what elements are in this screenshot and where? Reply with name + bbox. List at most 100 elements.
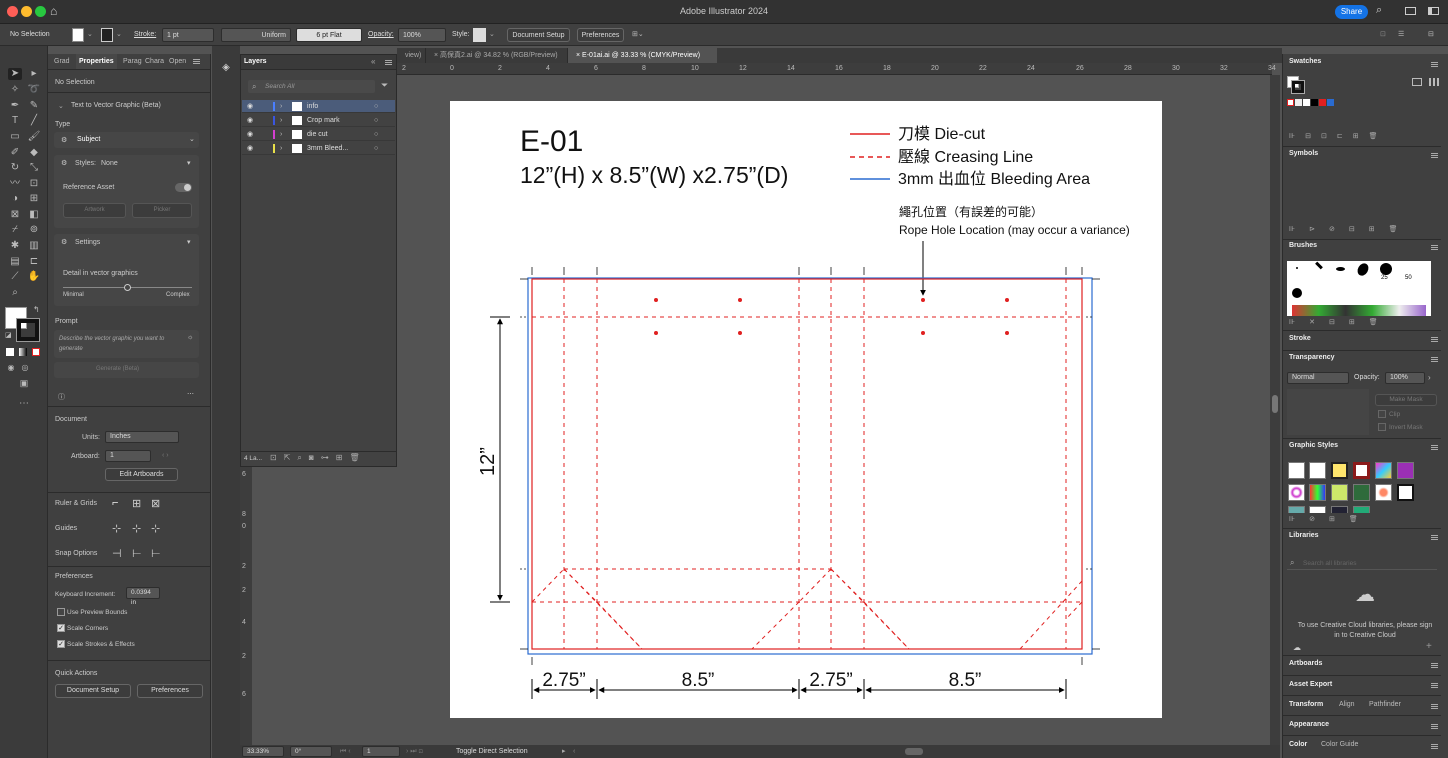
align-icon[interactable]: ⊟ — [1428, 28, 1434, 42]
graphic-style-swatch[interactable] — [1331, 506, 1348, 513]
libraries-title[interactable]: Libraries — [1289, 532, 1319, 539]
suggestion-icon[interactable]: ☼ — [187, 334, 193, 341]
chevron-down-icon[interactable]: ⌄ — [58, 102, 64, 110]
target-icon[interactable]: ○ — [374, 128, 378, 141]
bar-chart-icon[interactable]: ▤ — [8, 256, 22, 268]
graphic-style-swatch[interactable] — [1375, 462, 1392, 479]
panel-menu-icon[interactable] — [1431, 445, 1438, 450]
artboards-title[interactable]: Artboards — [1289, 660, 1322, 667]
chevron-right-icon[interactable]: › — [280, 128, 282, 141]
more-options-icon[interactable]: ⋯ — [187, 390, 194, 398]
chevron-down-icon[interactable]: ⌄ — [116, 28, 122, 42]
ruler-icon[interactable]: ⌐ — [112, 497, 118, 509]
gradient-mode-icon[interactable] — [19, 348, 27, 356]
draw-mode-icon[interactable]: ◉ — [4, 362, 18, 374]
layer-name[interactable]: Crop mark — [307, 114, 340, 127]
graphic-style-swatch[interactable] — [1309, 484, 1326, 501]
layer-row-die-cut[interactable]: ◉ › die cut ○ — [242, 128, 395, 141]
align-options-icon[interactable]: ⊞⌄ — [632, 28, 644, 42]
screen-mode-icon[interactable]: ▣ — [17, 377, 31, 389]
rotate-icon[interactable]: ↻ — [8, 162, 22, 174]
swatch-white[interactable] — [1303, 99, 1310, 106]
brush-library-icon[interactable]: ⊪ — [1289, 319, 1309, 326]
keyboard-increment-field[interactable]: 0.0394 in — [126, 587, 160, 606]
preferences-button[interactable]: Preferences — [137, 684, 203, 698]
place-symbol-icon[interactable]: ⊳ — [1309, 226, 1329, 233]
tab-character[interactable]: Chara — [145, 54, 164, 69]
art-brush-strip[interactable] — [1292, 305, 1426, 316]
scrollbar-thumb[interactable] — [1272, 395, 1278, 413]
stroke-color-icon[interactable] — [16, 318, 40, 342]
gradient-icon[interactable]: ◧ — [27, 209, 41, 221]
swatch-registration[interactable] — [1295, 99, 1302, 106]
detail-slider-thumb[interactable] — [124, 284, 131, 291]
reference-asset-toggle[interactable] — [175, 183, 192, 192]
blend-mode-select[interactable]: Normal — [1287, 372, 1349, 384]
new-swatch-icon[interactable]: ⊞ — [1353, 133, 1369, 140]
layer-row-bleed[interactable]: ◉ › 3mm Bleed... ○ — [242, 142, 395, 155]
chevron-right-icon[interactable]: › — [280, 100, 282, 113]
graphic-style-swatch[interactable] — [1397, 462, 1414, 479]
graphic-style-swatch[interactable] — [1353, 484, 1370, 501]
graphic-style-swatch[interactable] — [1288, 462, 1305, 479]
symbol-sprayer-icon[interactable]: ✱ — [8, 240, 22, 252]
artwork-button[interactable]: Artwork — [63, 203, 126, 218]
invert-mask-checkbox[interactable] — [1378, 423, 1386, 431]
preferences-button[interactable]: Preferences — [577, 28, 624, 42]
chevron-down-icon[interactable]: ⌄ — [87, 28, 93, 42]
new-sublayer-icon[interactable]: ⊶ — [321, 453, 336, 462]
selection-tool-icon[interactable]: ➤ — [8, 68, 22, 80]
grid-view-icon[interactable] — [1429, 78, 1439, 86]
brush-tip[interactable] — [1380, 263, 1392, 275]
zoom-tool-icon[interactable]: ⌕ — [8, 287, 22, 299]
target-icon[interactable]: ○ — [374, 142, 378, 155]
eye-icon[interactable]: ◉ — [247, 100, 253, 113]
hand-tool-icon[interactable]: ✋ — [27, 271, 41, 283]
swatch-black[interactable] — [1311, 99, 1318, 106]
swatch-library-icon[interactable]: ⊪ — [1289, 133, 1305, 140]
symbols-title[interactable]: Symbols — [1289, 150, 1318, 157]
column-graph-icon[interactable]: ▥ — [27, 240, 41, 252]
tab-properties[interactable]: Properties — [76, 54, 117, 69]
default-colors-icon[interactable]: ◪ — [5, 331, 12, 339]
scale-corners-checkbox[interactable]: ✓ — [57, 624, 65, 632]
panel-menu-icon[interactable] — [1431, 704, 1438, 709]
trash-icon[interactable]: 🗑 — [1369, 133, 1388, 140]
color-mode-icon[interactable] — [6, 348, 14, 356]
chevron-down-icon[interactable]: ⌄ — [489, 28, 495, 42]
tab-transform[interactable]: Transform — [1289, 701, 1323, 708]
perspective-icon[interactable]: ⊞ — [27, 193, 41, 205]
draw-inside-icon[interactable]: ◎ — [18, 362, 32, 374]
layers-title[interactable]: Layers — [244, 58, 267, 65]
arrange-documents-icon[interactable] — [1405, 7, 1416, 15]
magic-wand-icon[interactable]: ✧ — [8, 84, 22, 96]
swatch-none[interactable] — [1287, 99, 1294, 106]
direct-selection-tool-icon[interactable]: ▸ — [27, 68, 41, 80]
graphic-style-swatch[interactable] — [1309, 506, 1326, 513]
document-tab[interactable]: view) — [397, 48, 425, 63]
target-icon[interactable]: ○ — [374, 114, 378, 127]
graphic-style-swatch[interactable] — [1288, 506, 1305, 513]
layer-row-info[interactable]: ◉ › info ○ — [242, 100, 395, 113]
break-link-icon[interactable]: ⊘ — [1309, 516, 1329, 523]
tab-pathfinder[interactable]: Pathfinder — [1369, 701, 1401, 708]
new-style-icon[interactable]: ⊞ — [1329, 516, 1349, 523]
lasso-icon[interactable]: ➰ — [27, 84, 41, 96]
use-preview-bounds-checkbox[interactable] — [57, 608, 65, 616]
artboard-nav-field[interactable]: 1 — [362, 746, 400, 757]
chevron-right-icon[interactable]: › — [1428, 373, 1431, 382]
snap-grid-icon[interactable]: ⊢ — [132, 547, 142, 560]
stroke-swatch[interactable] — [1291, 80, 1305, 94]
symbol-library-icon[interactable]: ⊪ — [1289, 226, 1309, 233]
artboard-tool-icon[interactable]: ⊏ — [27, 256, 41, 268]
horizontal-ruler[interactable]: 2 0 2 4 6 8 10 12 14 16 18 20 22 24 26 28 30 32 34 — [252, 63, 1276, 75]
eraser-icon[interactable]: ◆ — [27, 147, 41, 159]
layer-name[interactable]: die cut — [307, 128, 328, 141]
grid-icon[interactable]: ⊞ — [132, 497, 141, 510]
layers-panel-icon[interactable]: ◈ — [219, 62, 233, 76]
swatch-blue[interactable] — [1327, 99, 1334, 106]
layer-name[interactable]: info — [307, 100, 318, 113]
panel-menu-icon[interactable] — [1431, 357, 1438, 362]
stroke-profile-select[interactable]: Uniform — [221, 28, 291, 42]
new-brush-icon[interactable]: ⊞ — [1349, 319, 1369, 326]
